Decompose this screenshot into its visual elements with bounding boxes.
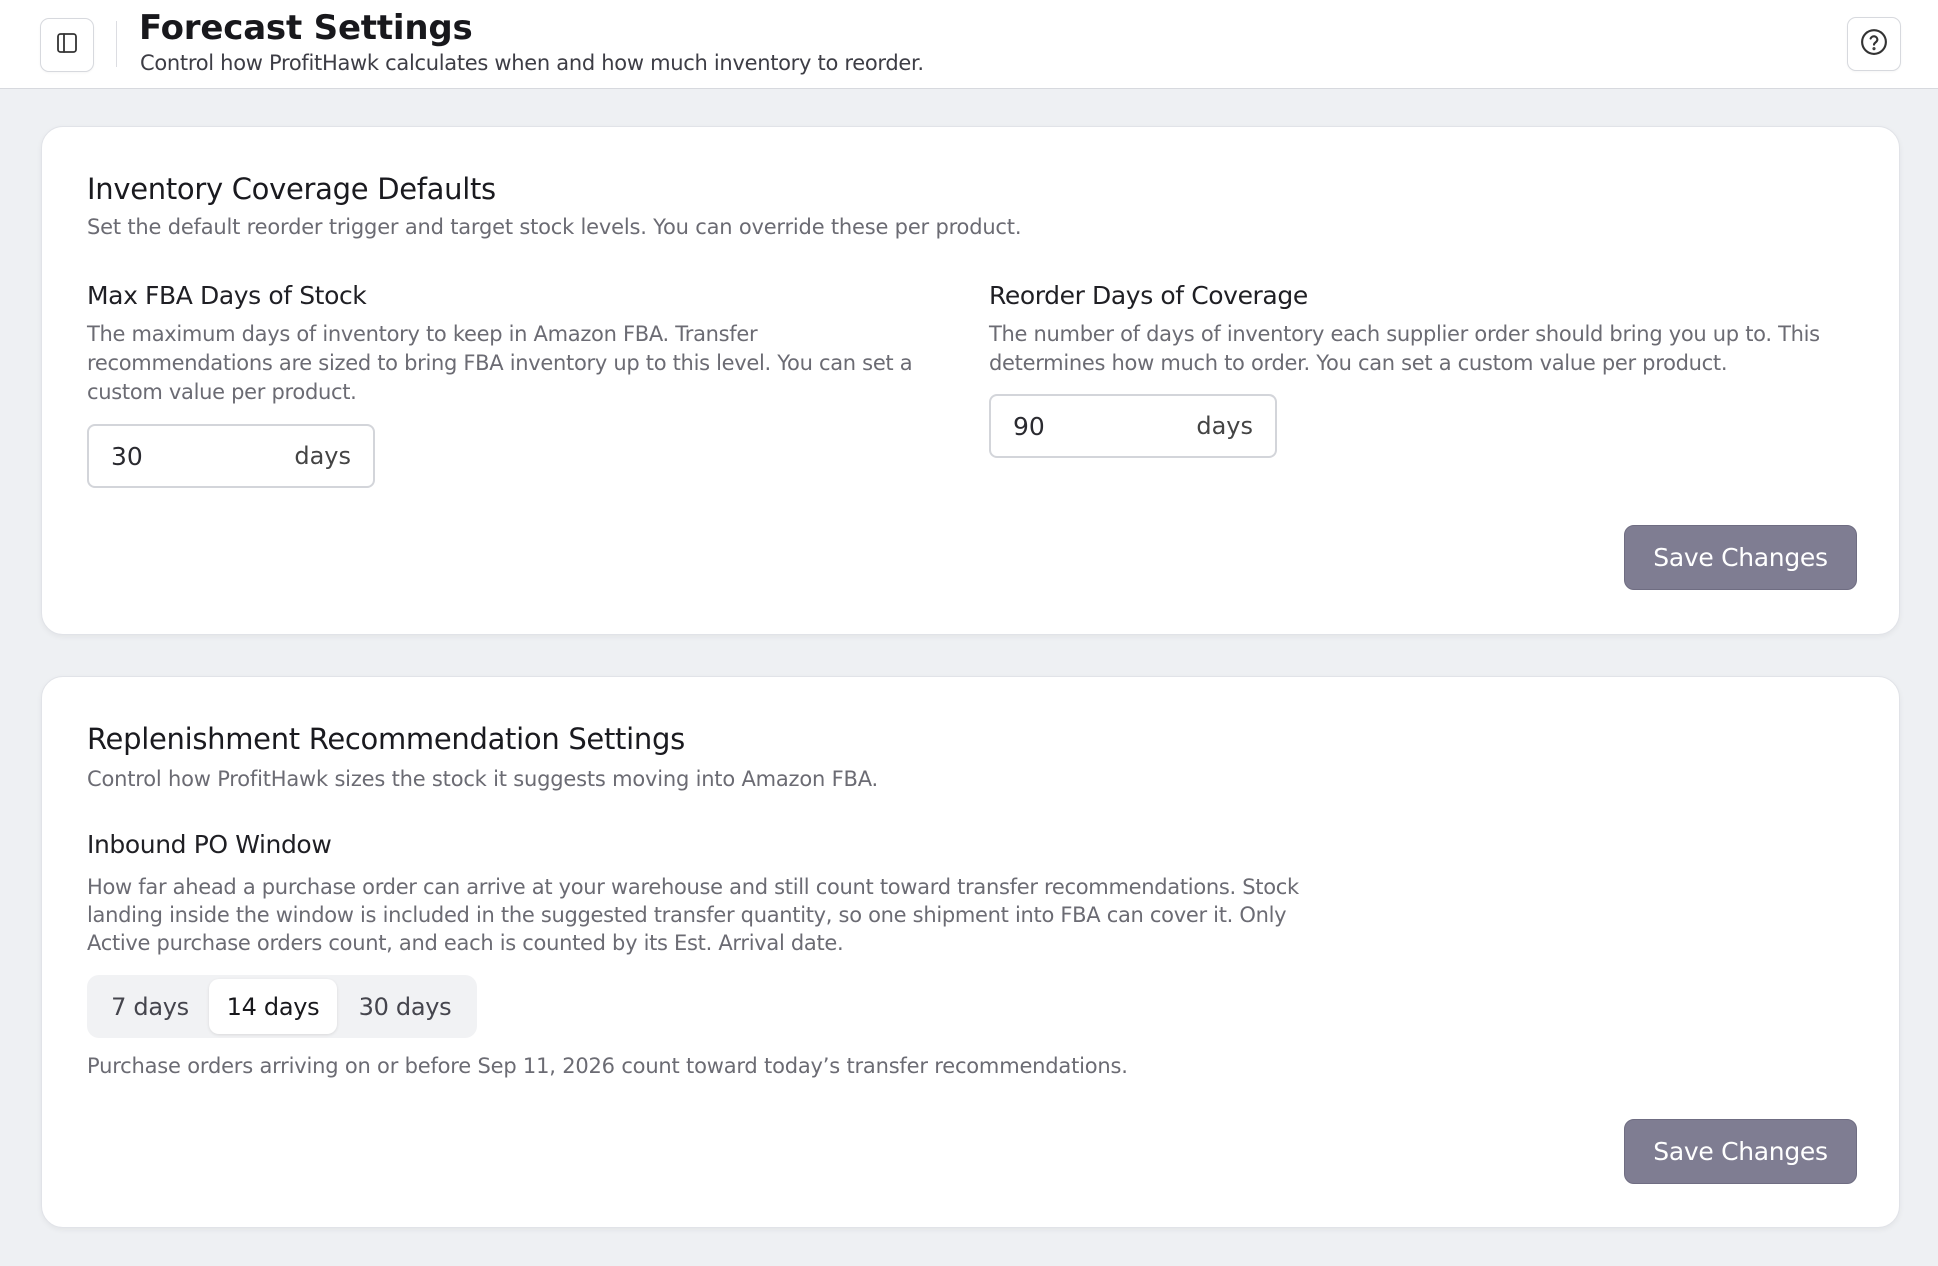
max-fba-days-input[interactable] — [111, 441, 271, 471]
help-button[interactable] — [1847, 17, 1901, 71]
page-title: Forecast Settings — [139, 8, 473, 48]
sidebar-panel-icon — [55, 31, 79, 59]
inbound-po-window-help: How far ahead a purchase order can arriv… — [87, 875, 1299, 955]
save-changes-button[interactable]: Save Changes — [1624, 525, 1857, 590]
save-changes-button[interactable]: Save Changes — [1624, 1119, 1857, 1184]
page-subtitle: Control how ProfitHawk calculates when a… — [140, 51, 924, 75]
replenishment-settings-card: Replenishment Recommendation Settings Co… — [41, 676, 1900, 1228]
max-fba-days-field[interactable]: days — [87, 424, 375, 488]
max-fba-days-unit: days — [294, 442, 351, 470]
reorder-days-unit: days — [1196, 412, 1253, 440]
reorder-days-field[interactable]: days — [989, 394, 1277, 458]
page-header: Forecast Settings Control how ProfitHawk… — [0, 0, 1938, 89]
replenishment-description: Control how ProfitHawk sizes the stock i… — [87, 767, 878, 791]
replenishment-title: Replenishment Recommendation Settings — [87, 722, 685, 756]
reorder-days-input[interactable] — [1013, 411, 1173, 441]
sidebar-toggle-button[interactable] — [40, 18, 94, 72]
inventory-coverage-description: Set the default reorder trigger and targ… — [87, 215, 1022, 239]
reorder-days-help: The number of days of inventory each sup… — [989, 322, 1820, 375]
option-7-days[interactable]: 7 days — [91, 979, 209, 1034]
inventory-coverage-title: Inventory Coverage Defaults — [87, 172, 496, 206]
inbound-po-window-selector: 7 days 14 days 30 days — [87, 975, 477, 1038]
help-circle-icon — [1859, 27, 1889, 61]
inbound-po-window-note: Purchase orders arriving on or before Se… — [87, 1054, 1128, 1078]
option-30-days[interactable]: 30 days — [337, 979, 473, 1034]
header-divider — [116, 21, 117, 67]
option-14-days[interactable]: 14 days — [209, 979, 337, 1034]
reorder-days-label: Reorder Days of Coverage — [989, 281, 1308, 310]
max-fba-days-label: Max FBA Days of Stock — [87, 281, 367, 310]
inventory-coverage-card: Inventory Coverage Defaults Set the defa… — [41, 126, 1900, 635]
inbound-po-window-label: Inbound PO Window — [87, 830, 332, 859]
max-fba-days-help: The maximum days of inventory to keep in… — [87, 322, 913, 404]
